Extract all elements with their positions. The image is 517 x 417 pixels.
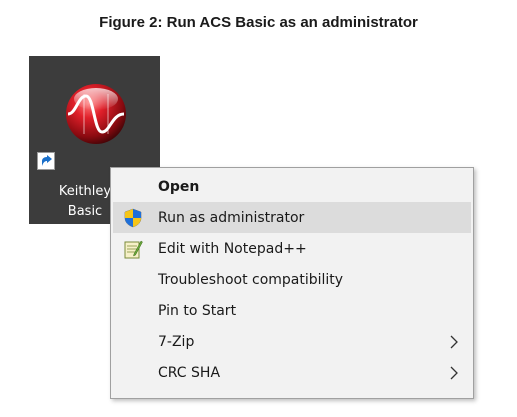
chevron-right-icon [450,335,458,349]
context-menu: Open Run as administrator Edit with Note… [110,167,474,399]
menu-item-label: Troubleshoot compatibility [158,271,344,288]
uac-shield-icon [124,208,142,228]
menu-item-label: CRC SHA [158,364,221,381]
menu-item-crc-sha[interactable]: CRC SHA [113,357,471,388]
keithley-acs-basic-icon[interactable] [64,82,128,146]
menu-item-label: Pin to Start [158,302,237,319]
menu-item-label: Edit with Notepad++ [158,240,307,257]
menu-item-edit-with-notepad-plus-plus[interactable]: Edit with Notepad++ [113,233,471,264]
shortcut-arrow-icon [37,152,55,170]
menu-item-run-as-administrator[interactable]: Run as administrator [113,202,471,233]
menu-item-label: Run as administrator [158,209,305,226]
chevron-right-icon [450,366,458,380]
menu-item-7-zip[interactable]: 7-Zip [113,326,471,357]
menu-item-label: 7-Zip [158,333,195,350]
menu-item-pin-to-start[interactable]: Pin to Start [113,295,471,326]
menu-item-open[interactable]: Open [113,171,471,202]
menu-item-label: Open [158,178,200,195]
notepad-plus-plus-icon [124,240,143,259]
menu-item-troubleshoot-compatibility[interactable]: Troubleshoot compatibility [113,264,471,295]
figure-caption: Figure 2: Run ACS Basic as an administra… [99,14,418,31]
